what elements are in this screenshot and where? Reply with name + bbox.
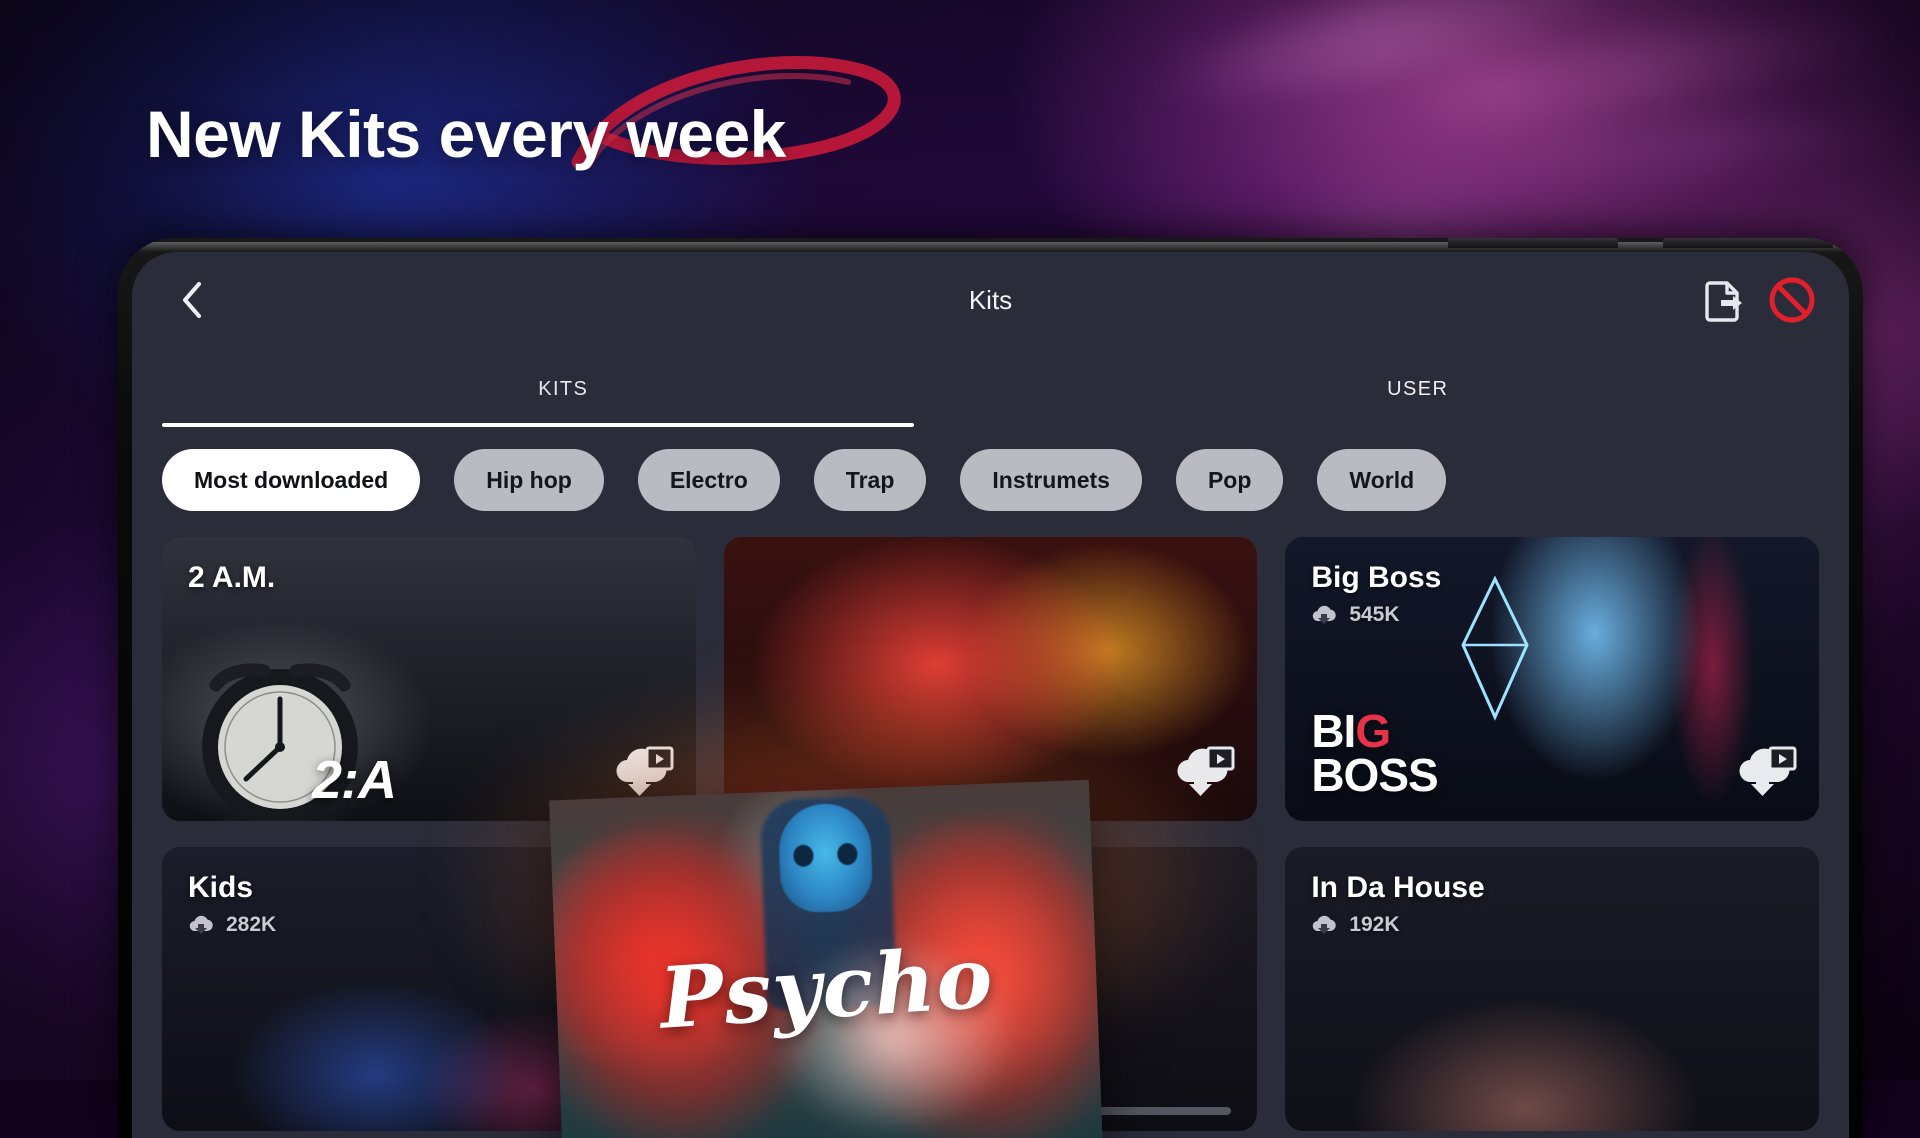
cloud-download-video-icon (612, 742, 674, 796)
app-header: Kits ADS (132, 252, 1849, 348)
tab-user[interactable]: USER (991, 356, 1846, 427)
blue-skull-face (777, 802, 873, 913)
no-ads-icon (1769, 277, 1815, 323)
download-kit-button[interactable] (612, 742, 674, 801)
file-import-icon (1704, 278, 1744, 322)
chip-electro[interactable]: Electro (638, 449, 780, 511)
psycho-featured-card[interactable]: Psycho (549, 780, 1103, 1138)
cloud-download-video-icon (1735, 742, 1797, 796)
chip-world[interactable]: World (1317, 449, 1446, 511)
tab-kits[interactable]: KITS (136, 356, 991, 427)
phone-screen: Kits ADS (132, 252, 1849, 1138)
kit-title: In Da House (1311, 871, 1793, 905)
kit-card[interactable] (724, 537, 1258, 821)
cloud-download-icon (1311, 915, 1337, 935)
kit-title: Big Boss (1311, 561, 1793, 595)
kit-artwork-text: 2:A (312, 749, 396, 811)
back-button[interactable] (166, 274, 218, 326)
kit-card[interactable]: BIGBOSS Big Boss 545K (1285, 537, 1819, 821)
kit-meta: In Da House 192K (1285, 847, 1819, 937)
download-kit-button[interactable] (1735, 742, 1797, 801)
promo-headline: New Kits every week (146, 96, 786, 172)
cloud-download-video-icon (1173, 742, 1235, 796)
active-tab-underline (162, 423, 914, 427)
kit-meta: 2 A.M. (162, 537, 696, 595)
phone-frame: Kits ADS (118, 238, 1863, 1138)
download-kit-button[interactable] (1173, 742, 1235, 801)
filter-chips-row: Most downloaded Hip hop Electro Trap Ins… (132, 427, 1849, 511)
phone-volume-down-button[interactable] (1663, 238, 1833, 248)
chevron-left-icon (179, 280, 205, 320)
phone-volume-up-button[interactable] (1448, 238, 1618, 248)
tab-bar: KITS USER (132, 356, 1849, 427)
chip-pop[interactable]: Pop (1176, 449, 1283, 511)
kit-title: 2 A.M. (188, 561, 670, 595)
kit-meta: Big Boss 545K (1285, 537, 1819, 627)
cloud-download-icon (1311, 605, 1337, 625)
kit-download-count: 545K (1349, 603, 1399, 627)
kit-downloads: 545K (1311, 603, 1793, 627)
header-actions: ADS (1701, 277, 1815, 323)
kit-download-count: 282K (226, 913, 276, 937)
chip-most-downloaded[interactable]: Most downloaded (162, 449, 420, 511)
kit-meta (724, 537, 1258, 561)
chip-trap[interactable]: Trap (814, 449, 927, 511)
chip-instrumets[interactable]: Instrumets (960, 449, 1142, 511)
chip-hip-hop[interactable]: Hip hop (454, 449, 604, 511)
no-ads-button[interactable]: ADS (1769, 277, 1815, 323)
cloud-download-icon (188, 915, 214, 935)
kit-downloads: 192K (1311, 913, 1793, 937)
kit-artwork-text: BIGBOSS (1311, 709, 1437, 797)
import-button[interactable] (1701, 277, 1747, 323)
kit-download-count: 192K (1349, 913, 1399, 937)
skull-eye-left (793, 844, 814, 867)
skull-eye-right (837, 843, 858, 866)
kit-card[interactable]: 2:A 2 A.M. (162, 537, 696, 821)
page-title: Kits (132, 285, 1849, 316)
kit-card[interactable]: In Da House 192K (1285, 847, 1819, 1131)
